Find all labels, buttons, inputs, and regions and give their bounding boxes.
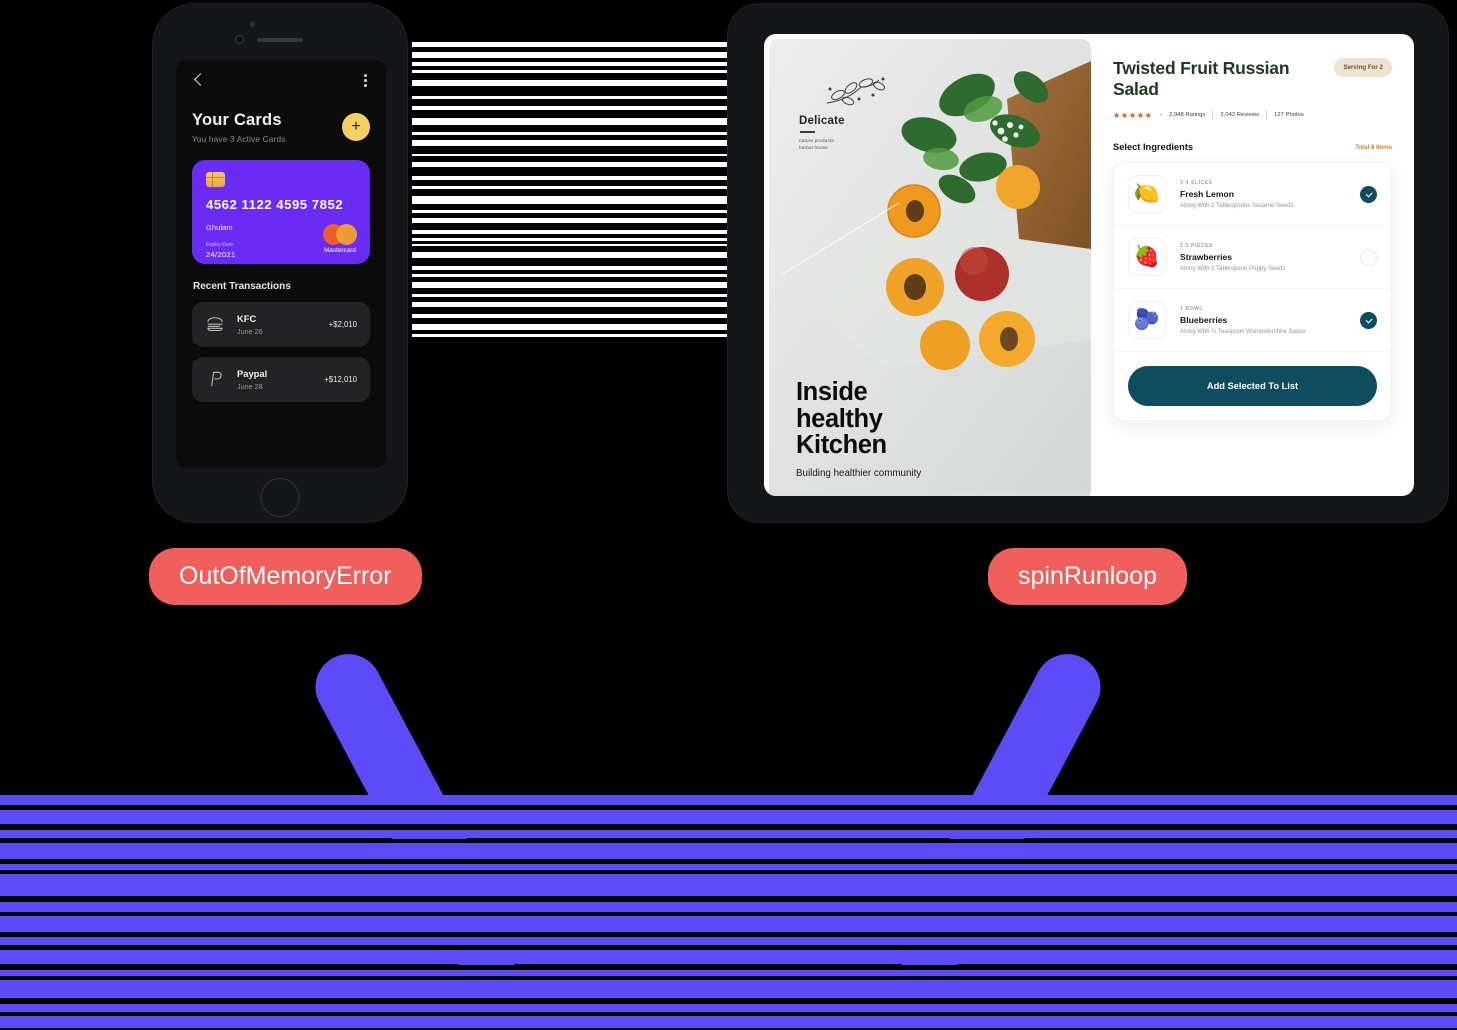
phone-screen: Your Cards You have 3 Active Cards + 456…: [176, 60, 386, 468]
ingredient-desc: Along With 2 Tablespoons Sesame Seeds: [1180, 201, 1294, 209]
ingredient-desc: Along With ¼ Teaspoon Worcestershire Sau…: [1180, 327, 1306, 335]
mastercard-icon: [323, 223, 357, 245]
transaction-name: Paypal: [237, 367, 268, 379]
serving-badge[interactable]: Serving For 2: [1334, 58, 1392, 77]
transaction-name: KFC: [237, 312, 257, 324]
ingredient-checkbox[interactable]: [1360, 248, 1377, 266]
section-title: Select Ingredients: [1113, 142, 1194, 153]
more-vertical-icon[interactable]: [361, 72, 370, 89]
transaction-row[interactable]: Paypal June 28 +$12,010: [192, 356, 370, 402]
label-badge-tablet[interactable]: spinRunloop: [988, 548, 1187, 605]
ingredient-checkbox[interactable]: [1360, 311, 1377, 329]
divider: [1212, 110, 1214, 121]
transaction-date: June 28: [237, 381, 263, 391]
total-items-label[interactable]: Total 8 Items: [1355, 144, 1392, 151]
ingredient-row[interactable]: 🫐 1 BOWL Blueberries Along With ¼ Teaspo…: [1114, 289, 1391, 353]
purple-scanline-bar: [0, 970, 1457, 976]
transaction-date: June 26: [237, 326, 263, 336]
hero-tagline-1: nature products: [799, 137, 834, 143]
ingredient-row[interactable]: 🍓 2-5 PIECES Strawberries Along With 1 T…: [1114, 226, 1391, 290]
card-brand: Mastercard: [323, 223, 357, 254]
reviews-count: 2,042 Reviews: [1220, 112, 1260, 119]
recipe-header: Twisted Fruit Russian Salad Serving For …: [1113, 58, 1392, 99]
label-badge-phone[interactable]: OutOfMemoryError: [149, 548, 422, 605]
transaction-amount: +$12,010: [324, 374, 357, 384]
divider: [800, 131, 815, 133]
ingredient-qty: 2-5 PIECES: [1180, 242, 1213, 249]
divider: [1266, 110, 1268, 121]
purple-scanline-bar: [0, 1004, 1457, 1012]
hero-tagline-2: herbal house: [799, 144, 828, 150]
transaction-row[interactable]: KFC June 26 +$2,010: [192, 301, 370, 347]
canvas: Your Cards You have 3 Active Cards + 456…: [0, 0, 1457, 1030]
add-selected-to-list-button[interactable]: Add Selected To List: [1128, 366, 1377, 407]
purple-scanline-bar: [0, 795, 1457, 805]
tablet-device: Delicate nature products herbal house In…: [727, 3, 1449, 523]
hero-logo: Delicate nature products herbal house: [799, 77, 919, 151]
burger-icon: [207, 317, 223, 332]
purple-scanline-bar: [0, 810, 1457, 824]
recipe-title: Twisted Fruit Russian Salad: [1113, 58, 1290, 99]
hero-image-panel: Delicate nature products herbal house In…: [769, 39, 1091, 496]
purple-scanline-bar: [0, 937, 1457, 945]
tablet-screen: Delicate nature products herbal house In…: [764, 34, 1414, 496]
phone-topbar: [176, 60, 386, 89]
hero-headline-2: healthy: [796, 404, 883, 433]
card-number: 4562 1122 4595 7852: [206, 196, 344, 212]
ingredients-list: 🍋 3-4 SLICES Fresh Lemon Along With 2 Ta…: [1113, 162, 1392, 422]
purple-scanline-bar: [0, 902, 1457, 912]
phone-home-button[interactable]: [260, 478, 300, 517]
ingredient-name: Fresh Lemon: [1180, 188, 1234, 199]
rating-dash: -: [1159, 111, 1163, 119]
transaction-amount: +$2,010: [328, 319, 357, 329]
card-brand-label: Mastercard: [324, 246, 356, 254]
lemon-icon: 🍋: [1128, 175, 1166, 214]
photos-count: 127 Photos: [1274, 112, 1304, 119]
purple-scanline-bar: [0, 950, 1457, 964]
back-icon[interactable]: [192, 73, 206, 87]
purple-scanline-bar: [0, 864, 1457, 870]
ratings-count: 2,948 Ratings: [1169, 112, 1206, 119]
hero-headline-3: Kitchen: [796, 431, 887, 460]
add-card-button[interactable]: +: [342, 112, 370, 141]
page-title: Your Cards: [192, 110, 282, 129]
credit-card[interactable]: 4562 1122 4595 7852 Ghulam Expiry Date 2…: [192, 159, 370, 264]
page-subtitle: You have 3 Active Cards: [192, 134, 286, 144]
sim-chip-icon: [206, 171, 225, 187]
purple-glitch-artwork: [0, 640, 1457, 1030]
phone-camera-icon: [235, 35, 244, 44]
ingredient-checkbox[interactable]: [1360, 185, 1377, 203]
glitch-stripes-middle: [412, 40, 730, 340]
ingredient-name: Blueberries: [1180, 314, 1228, 325]
purple-scanline-bar: [0, 916, 1457, 932]
purple-scanline-bar: [0, 843, 1457, 859]
cta-container: Add Selected To List: [1114, 352, 1391, 420]
recipe-panel: Twisted Fruit Russian Salad Serving For …: [1091, 34, 1414, 496]
ingredients-section-header: Select Ingredients Total 8 Items: [1113, 142, 1392, 152]
ingredient-name: Strawberries: [1180, 251, 1233, 262]
ingredient-row[interactable]: 🍋 3-4 SLICES Fresh Lemon Along With 2 Ta…: [1114, 163, 1391, 227]
leaf-branch-icon: [826, 77, 886, 106]
phone-sensor: [250, 22, 255, 27]
ingredient-qty: 3-4 SLICES: [1180, 179, 1213, 186]
recent-transactions-title: Recent Transactions: [193, 280, 291, 292]
purple-scanline-bar: [0, 980, 1457, 998]
hero-brand-name: Delicate: [799, 115, 845, 127]
hero-headline-1: Inside: [796, 378, 868, 407]
recipe-meta: ★★★★★ - 2,948 Ratings 2,042 Reviews 127 …: [1113, 110, 1392, 121]
paypal-icon: [211, 372, 222, 387]
purple-scanline-bar: [0, 874, 1457, 896]
purple-scanline-bar: [0, 1016, 1457, 1028]
ingredient-qty: 1 BOWL: [1180, 305, 1204, 312]
cards-header: Your Cards You have 3 Active Cards +: [176, 89, 386, 144]
rating-stars-icon: ★★★★★: [1113, 111, 1153, 121]
ingredient-desc: Along With 1 Tablespoon Poppy Seeds: [1180, 264, 1286, 272]
blueberry-icon: 🫐: [1128, 301, 1166, 340]
purple-scanline-bar: [0, 830, 1457, 838]
hero-copy: Inside healthy Kitchen Building healthie…: [796, 379, 921, 479]
phone-speaker: [257, 38, 303, 42]
strawberry-icon: 🍓: [1128, 238, 1166, 277]
phone-device: Your Cards You have 3 Active Cards + 456…: [152, 3, 408, 523]
hero-subline: Building healthier community: [796, 468, 922, 479]
